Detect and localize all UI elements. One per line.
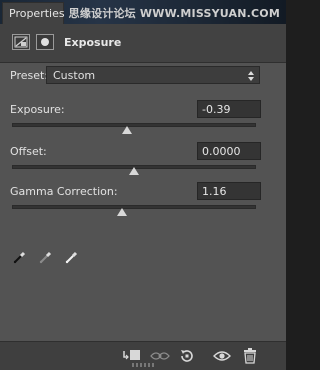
exposure-value: -0.39 [202, 103, 231, 116]
offset-input[interactable]: 0.0000 [197, 142, 261, 160]
offset-label: Offset: [10, 145, 47, 158]
exposure-slider-track[interactable] [12, 123, 256, 127]
exposure-slider-thumb[interactable] [121, 126, 132, 134]
black-eyedropper-icon[interactable] [12, 249, 28, 269]
panel-tab-bar: Properties 思缘设计论坛 WWW.MISSYUAN.COM [0, 0, 286, 24]
gray-eyedropper-icon[interactable] [38, 249, 54, 269]
watermark: 思缘设计论坛 WWW.MISSYUAN.COM [68, 7, 280, 20]
properties-panel: Properties 思缘设计论坛 WWW.MISSYUAN.COM Expos… [0, 0, 286, 370]
panel-header: Exposure [0, 24, 286, 63]
exposure-label: Exposure: [10, 103, 65, 116]
exposure-input[interactable]: -0.39 [197, 100, 261, 118]
resize-grip[interactable] [132, 363, 154, 367]
gamma-slider-thumb[interactable] [116, 208, 127, 216]
preset-value: Custom [53, 69, 96, 82]
reset-icon[interactable] [178, 347, 196, 369]
chevron-updown-icon [248, 71, 254, 81]
preset-dropdown[interactable]: Custom [46, 66, 260, 84]
delete-trash-icon[interactable] [241, 347, 259, 369]
white-eyedropper-icon[interactable] [64, 249, 80, 269]
gamma-slider-track[interactable] [12, 205, 256, 209]
gamma-value: 1.16 [202, 185, 227, 198]
adjustment-layer-icon[interactable] [12, 34, 30, 50]
offset-slider-thumb[interactable] [129, 167, 139, 175]
mask-icon[interactable] [36, 34, 54, 50]
tab-properties-label: Properties [9, 7, 65, 20]
offset-value: 0.0000 [202, 145, 241, 158]
tab-properties[interactable]: Properties [2, 2, 65, 24]
adjustment-title: Exposure [64, 36, 122, 49]
visibility-eye-icon[interactable] [212, 347, 232, 369]
gamma-input[interactable]: 1.16 [197, 182, 261, 200]
gamma-label: Gamma Correction: [10, 185, 118, 198]
preset-label: Preset: [10, 69, 49, 82]
